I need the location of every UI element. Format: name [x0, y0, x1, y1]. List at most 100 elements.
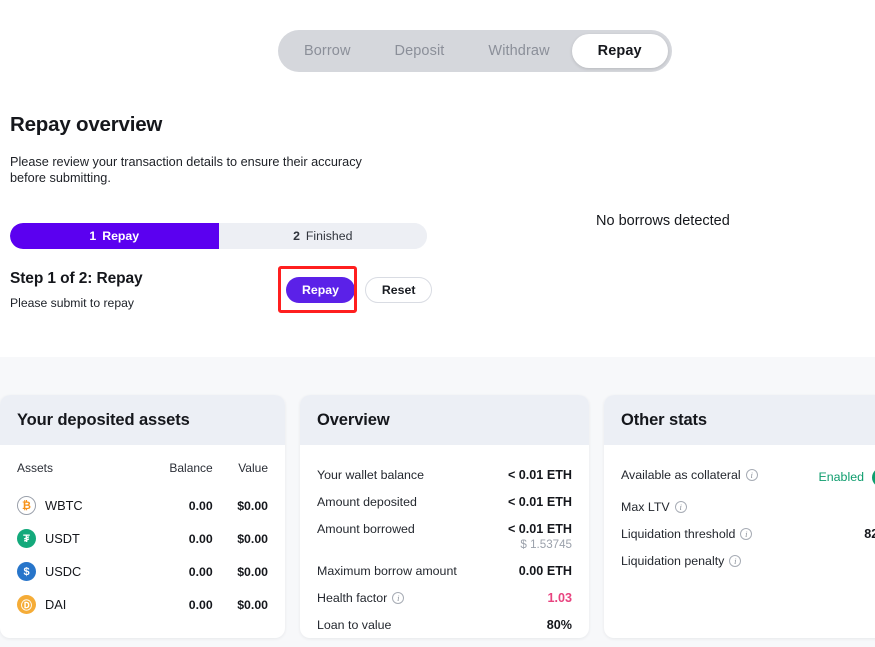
- stat-value: < 0.01 ETH $ 1.53745: [508, 522, 572, 551]
- info-icon[interactable]: i: [392, 591, 405, 604]
- asset-value: $0.00: [237, 531, 268, 546]
- stat-value: < 0.01 ETH: [508, 495, 572, 509]
- stepper-step-finished-label: Finished: [305, 229, 353, 243]
- wbtc-coin-icon: ₿: [17, 496, 36, 515]
- info-icon[interactable]: i: [729, 554, 742, 567]
- stat-label-text: Liquidation threshold: [621, 526, 736, 541]
- overview-card-title: Overview: [317, 410, 390, 429]
- asset-symbol: WBTC: [45, 498, 83, 513]
- stat-wallet-balance: Your wallet balance < 0.01 ETH: [317, 461, 572, 488]
- deposited-assets-title: Your deposited assets: [17, 410, 190, 429]
- collateral-status-text: Enabled: [818, 470, 864, 484]
- stepper-step-repay-label: Repay: [102, 229, 140, 243]
- deposited-assets-body: Assets Balance Value ₿ WBTC 0.00 $0.00 ₮…: [0, 445, 285, 621]
- loan-to-value-value: 80%: [546, 617, 572, 632]
- stat-loan-to-value: Loan to value 80%: [317, 611, 572, 638]
- asset-value: $0.00: [237, 564, 268, 579]
- stat-available-as-collateral: Available as collateral i Enabled: [621, 461, 875, 493]
- asset-symbol: DAI: [45, 597, 67, 612]
- stepper-step-repay[interactable]: 1 Repay: [10, 223, 219, 249]
- stat-label-text: Max LTV: [621, 499, 670, 514]
- stat-value: < 0.01 ETH: [508, 468, 572, 482]
- stat-unit: ETH: [546, 563, 572, 578]
- stat-max-ltv: Max LTV i 80%: [621, 493, 875, 520]
- stat-label: Max LTV i: [621, 500, 687, 514]
- other-stats-card-header: Other stats: [604, 395, 875, 445]
- stat-amount: 0.00: [518, 563, 544, 578]
- deposited-assets-card-header: Your deposited assets: [0, 395, 285, 445]
- stat-label: Available as collateral i: [621, 468, 758, 482]
- stepper-step-finished[interactable]: 2 Finished: [218, 223, 427, 249]
- asset-balance: 0.00: [188, 498, 213, 513]
- asset-name-cell: $ USDC: [17, 555, 135, 588]
- page-subtitle: Please review your transaction details t…: [10, 155, 362, 185]
- stat-amount-deposited: Amount deposited < 0.01 ETH: [317, 488, 572, 515]
- stat-label-text: Liquidation penalty: [621, 553, 725, 568]
- tab-deposit[interactable]: Deposit: [373, 34, 467, 68]
- stat-label: Liquidation penalty i: [621, 553, 742, 568]
- column-header-balance: Balance: [169, 461, 213, 475]
- column-header-assets: Assets: [17, 461, 54, 475]
- tab-repay[interactable]: Repay: [571, 34, 668, 68]
- stat-value: 0.00 ETH: [519, 564, 572, 578]
- stat-label: Health factor i: [317, 590, 405, 605]
- asset-name-cell: ₿ WBTC: [17, 489, 135, 522]
- stat-usd-subvalue: $ 1.53745: [520, 537, 572, 551]
- page-title: Repay overview: [10, 113, 163, 136]
- stat-label-text: Health factor: [317, 590, 388, 605]
- reset-button[interactable]: Reset: [364, 277, 433, 303]
- stat-label: Liquidation threshold i: [621, 526, 753, 541]
- stat-amount: < 0.01: [507, 521, 544, 536]
- stat-max-borrow-amount: Maximum borrow amount 0.00 ETH: [317, 557, 572, 584]
- stat-label: Your wallet balance: [317, 467, 425, 482]
- no-borrows-message: No borrows detected: [596, 213, 730, 229]
- asset-value: $0.00: [237, 498, 268, 513]
- stat-unit: ETH: [546, 467, 572, 482]
- overview-card: Overview Your wallet balance < 0.01 ETH …: [300, 395, 589, 638]
- info-icon[interactable]: i: [740, 527, 753, 540]
- lower-section: Your deposited assets Assets Balance Val…: [0, 357, 875, 647]
- table-row[interactable]: Ⓓ DAI 0.00 $0.00: [17, 588, 268, 621]
- stat-amount: < 0.01: [507, 494, 544, 509]
- tab-withdraw[interactable]: Withdraw: [466, 34, 571, 68]
- tab-borrow[interactable]: Borrow: [282, 34, 373, 68]
- asset-balance: 0.00: [188, 597, 213, 612]
- stat-liquidation-threshold: Liquidation threshold i 82.5%: [621, 520, 875, 547]
- repay-overview-page: Borrow Deposit Withdraw Repay Repay over…: [0, 0, 875, 647]
- step-title: Step 1 of 2: Repay: [10, 270, 143, 287]
- usdc-coin-icon: $: [17, 562, 36, 581]
- stepper-step-repay-number: 1: [89, 229, 97, 243]
- stat-amount-borrowed: Amount borrowed < 0.01 ETH $ 1.53745: [317, 515, 572, 557]
- asset-balance: 0.00: [188, 531, 213, 546]
- dai-coin-icon: Ⓓ: [17, 595, 36, 614]
- table-row[interactable]: ₮ USDT 0.00 $0.00: [17, 522, 268, 555]
- asset-value: $0.00: [237, 597, 268, 612]
- collateral-control: Enabled: [818, 467, 875, 487]
- deposited-assets-card: Your deposited assets Assets Balance Val…: [0, 395, 285, 638]
- asset-symbol: USDC: [45, 564, 82, 579]
- asset-symbol: USDT: [45, 531, 80, 546]
- health-factor-value: 1.03: [547, 590, 572, 605]
- info-icon[interactable]: i: [745, 468, 758, 481]
- repay-stepper: 1 Repay 2 Finished: [10, 223, 427, 249]
- stat-label-text: Available as collateral: [621, 467, 741, 482]
- other-stats-card: Other stats Available as collateral i En…: [604, 395, 875, 638]
- overview-card-header: Overview: [300, 395, 589, 445]
- stat-liquidation-penalty: Liquidation penalty i 15%: [621, 547, 875, 574]
- asset-name-cell: ₮ USDT: [17, 522, 135, 555]
- asset-name-cell: Ⓓ DAI: [17, 588, 135, 621]
- repay-button[interactable]: Repay: [286, 277, 355, 303]
- info-icon[interactable]: i: [674, 500, 687, 513]
- stat-label: Amount borrowed: [317, 521, 415, 536]
- stat-amount: < 0.01: [507, 467, 544, 482]
- liquidation-threshold-value: 82.5%: [864, 526, 875, 541]
- stat-health-factor: Health factor i 1.03: [317, 584, 572, 611]
- table-row[interactable]: ₿ WBTC 0.00 $0.00: [17, 489, 268, 522]
- usdt-coin-icon: ₮: [17, 529, 36, 548]
- asset-balance: 0.00: [188, 564, 213, 579]
- stats-card-row: Your deposited assets Assets Balance Val…: [0, 395, 875, 638]
- column-header-value: Value: [238, 461, 268, 475]
- table-row[interactable]: $ USDC 0.00 $0.00: [17, 555, 268, 588]
- step-subtitle: Please submit to repay: [10, 296, 134, 310]
- stat-unit: ETH: [546, 494, 572, 509]
